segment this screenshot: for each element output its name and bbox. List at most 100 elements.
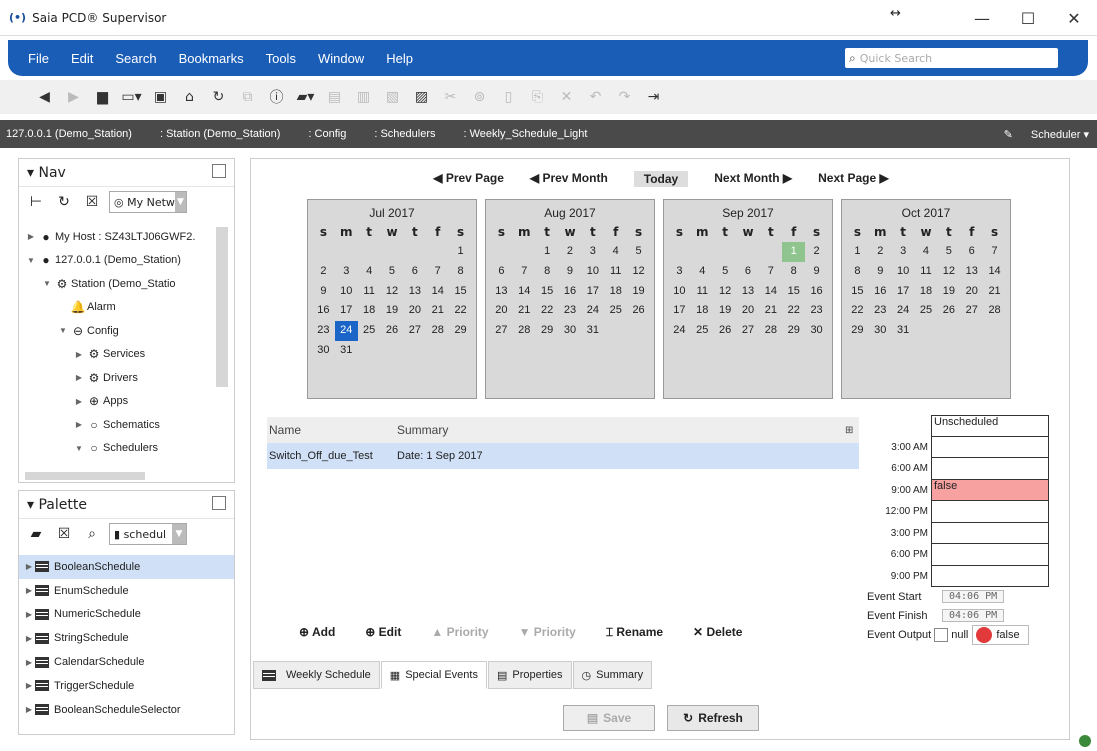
save-icon[interactable]: ▤: [320, 85, 349, 109]
twisty-icon[interactable]: ▶: [23, 658, 35, 667]
day-cell[interactable]: 2: [559, 242, 582, 262]
tab-weekly-schedule[interactable]: Weekly Schedule: [253, 661, 380, 689]
refresh-icon[interactable]: ↻: [204, 85, 233, 109]
folder-open-icon[interactable]: ▰▾: [291, 85, 320, 109]
day-cell[interactable]: 1: [536, 242, 559, 262]
day-cell[interactable]: 19: [627, 282, 650, 302]
list-item[interactable]: ▶ BooleanScheduleSelector: [19, 698, 234, 722]
day-cell[interactable]: 27: [960, 301, 983, 321]
day-cell[interactable]: 17: [892, 282, 915, 302]
menu-file[interactable]: File: [8, 51, 60, 66]
menu-search[interactable]: Search: [104, 51, 167, 66]
day-cell[interactable]: 8: [846, 262, 869, 282]
maximize-button[interactable]: ☐: [1005, 0, 1051, 36]
day-cell[interactable]: 15: [536, 282, 559, 302]
day-cell[interactable]: 9: [869, 262, 892, 282]
breadcrumb-schedulers[interactable]: : Schedulers: [374, 128, 435, 140]
breadcrumb-schedule[interactable]: : Weekly_Schedule_Light: [464, 128, 588, 140]
day-cell[interactable]: 29: [536, 321, 559, 341]
day-cell[interactable]: 11: [691, 282, 714, 302]
day-cell[interactable]: 4: [358, 262, 381, 282]
day-cell[interactable]: 16: [559, 282, 582, 302]
menu-window[interactable]: Window: [307, 51, 375, 66]
day-cell[interactable]: 16: [805, 282, 828, 302]
tree-icon[interactable]: ⊢: [25, 194, 47, 210]
tree-node[interactable]: ▼ ● 127.0.0.1 (Demo_Station): [19, 249, 234, 273]
export-icon[interactable]: ▨: [407, 85, 436, 109]
twisty-icon[interactable]: ▶: [23, 586, 35, 595]
tree-node[interactable]: ▼ ○ Schedulers: [19, 437, 234, 461]
day-cell[interactable]: 8: [449, 262, 472, 282]
day-cell[interactable]: 30: [559, 321, 582, 341]
list-item[interactable]: ▶ BooleanSchedule: [19, 555, 234, 579]
day-cell[interactable]: 5: [627, 242, 650, 262]
tree-node[interactable]: ▶ ⚙ Services: [19, 343, 234, 367]
collapse-icon[interactable]: ▾: [27, 497, 38, 513]
day-cell[interactable]: 5: [937, 242, 960, 262]
nav-scrollbar-vertical[interactable]: [216, 227, 228, 387]
tree-node[interactable]: ▶ ⊕ Apps: [19, 390, 234, 414]
day-cell[interactable]: 8: [782, 262, 805, 282]
day-cell[interactable]: 24: [334, 321, 358, 341]
day-cell[interactable]: 27: [737, 321, 760, 341]
day-cell[interactable]: 8: [536, 262, 559, 282]
window-icon[interactable]: ▭▾: [117, 85, 146, 109]
duplicate-icon[interactable]: ▯: [494, 85, 523, 109]
day-cell[interactable]: 4: [915, 242, 938, 262]
twisty-icon[interactable]: ▶: [73, 373, 85, 382]
day-cell[interactable]: 15: [846, 282, 869, 302]
day-cell[interactable]: 25: [358, 321, 381, 341]
day-cell[interactable]: 22: [846, 301, 869, 321]
day-cell[interactable]: 31: [335, 341, 358, 361]
day-cell[interactable]: 15: [782, 282, 805, 302]
day-cell[interactable]: 24: [892, 301, 915, 321]
day-cell[interactable]: 1: [846, 242, 869, 262]
view-selector[interactable]: Scheduler ▾: [1031, 128, 1089, 141]
save-button[interactable]: ▤ Save: [563, 705, 655, 731]
day-cell[interactable]: 6: [403, 262, 426, 282]
day-cell[interactable]: 13: [403, 282, 426, 302]
priority-up-button[interactable]: ▲ Priority: [431, 625, 488, 640]
day-cell[interactable]: 22: [782, 301, 805, 321]
refresh-button[interactable]: ↻ Refresh: [667, 705, 759, 731]
day-cell[interactable]: 10: [668, 282, 691, 302]
day-cell[interactable]: 25: [915, 301, 938, 321]
day-cell[interactable]: 11: [358, 282, 381, 302]
day-cell[interactable]: 24: [668, 321, 691, 341]
day-cell[interactable]: 12: [381, 282, 404, 302]
day-cell[interactable]: 12: [627, 262, 650, 282]
day-cell[interactable]: 12: [937, 262, 960, 282]
breadcrumb-station[interactable]: : Station (Demo_Station): [160, 128, 280, 140]
list-item[interactable]: ▶ StringSchedule: [19, 626, 234, 650]
day-cell[interactable]: 21: [759, 301, 782, 321]
day-cell[interactable]: 11: [915, 262, 938, 282]
copy2-icon[interactable]: ⎘: [523, 85, 552, 109]
day-cell[interactable]: 19: [381, 301, 404, 321]
day-cell[interactable]: 19: [937, 282, 960, 302]
twisty-icon[interactable]: ▶: [23, 681, 35, 690]
expand-icon[interactable]: [212, 496, 226, 510]
next-page-button[interactable]: Next Page ▶: [818, 171, 889, 187]
day-cell[interactable]: 30: [869, 321, 892, 341]
day-cell[interactable]: 30: [805, 321, 828, 341]
day-cell[interactable]: 13: [960, 262, 983, 282]
close-icon[interactable]: ☒: [81, 194, 103, 210]
tree-node[interactable]: ▶ ● My Host : SZ43LTJ06GWF2.: [19, 225, 234, 249]
day-cell[interactable]: 13: [490, 282, 513, 302]
day-cell[interactable]: 12: [714, 282, 737, 302]
list-item[interactable]: ▶ NumericSchedule: [19, 603, 234, 627]
back-icon[interactable]: ◀: [30, 85, 59, 109]
twisty-icon[interactable]: ▶: [25, 232, 37, 241]
day-cell[interactable]: 6: [737, 262, 760, 282]
find-icon[interactable]: ⌕: [81, 526, 103, 542]
prev-page-button[interactable]: ◀ Prev Page: [433, 171, 504, 187]
breadcrumb-host[interactable]: 127.0.0.1 (Demo_Station): [6, 128, 132, 140]
minimize-button[interactable]: —: [959, 0, 1005, 36]
menu-help[interactable]: Help: [375, 51, 424, 66]
day-cell[interactable]: 19: [714, 301, 737, 321]
tab-properties[interactable]: ▤ Properties: [487, 661, 572, 689]
day-cell[interactable]: 29: [782, 321, 805, 341]
day-cell[interactable]: 25: [604, 301, 627, 321]
day-cell[interactable]: 20: [960, 282, 983, 302]
day-cell[interactable]: 9: [559, 262, 582, 282]
